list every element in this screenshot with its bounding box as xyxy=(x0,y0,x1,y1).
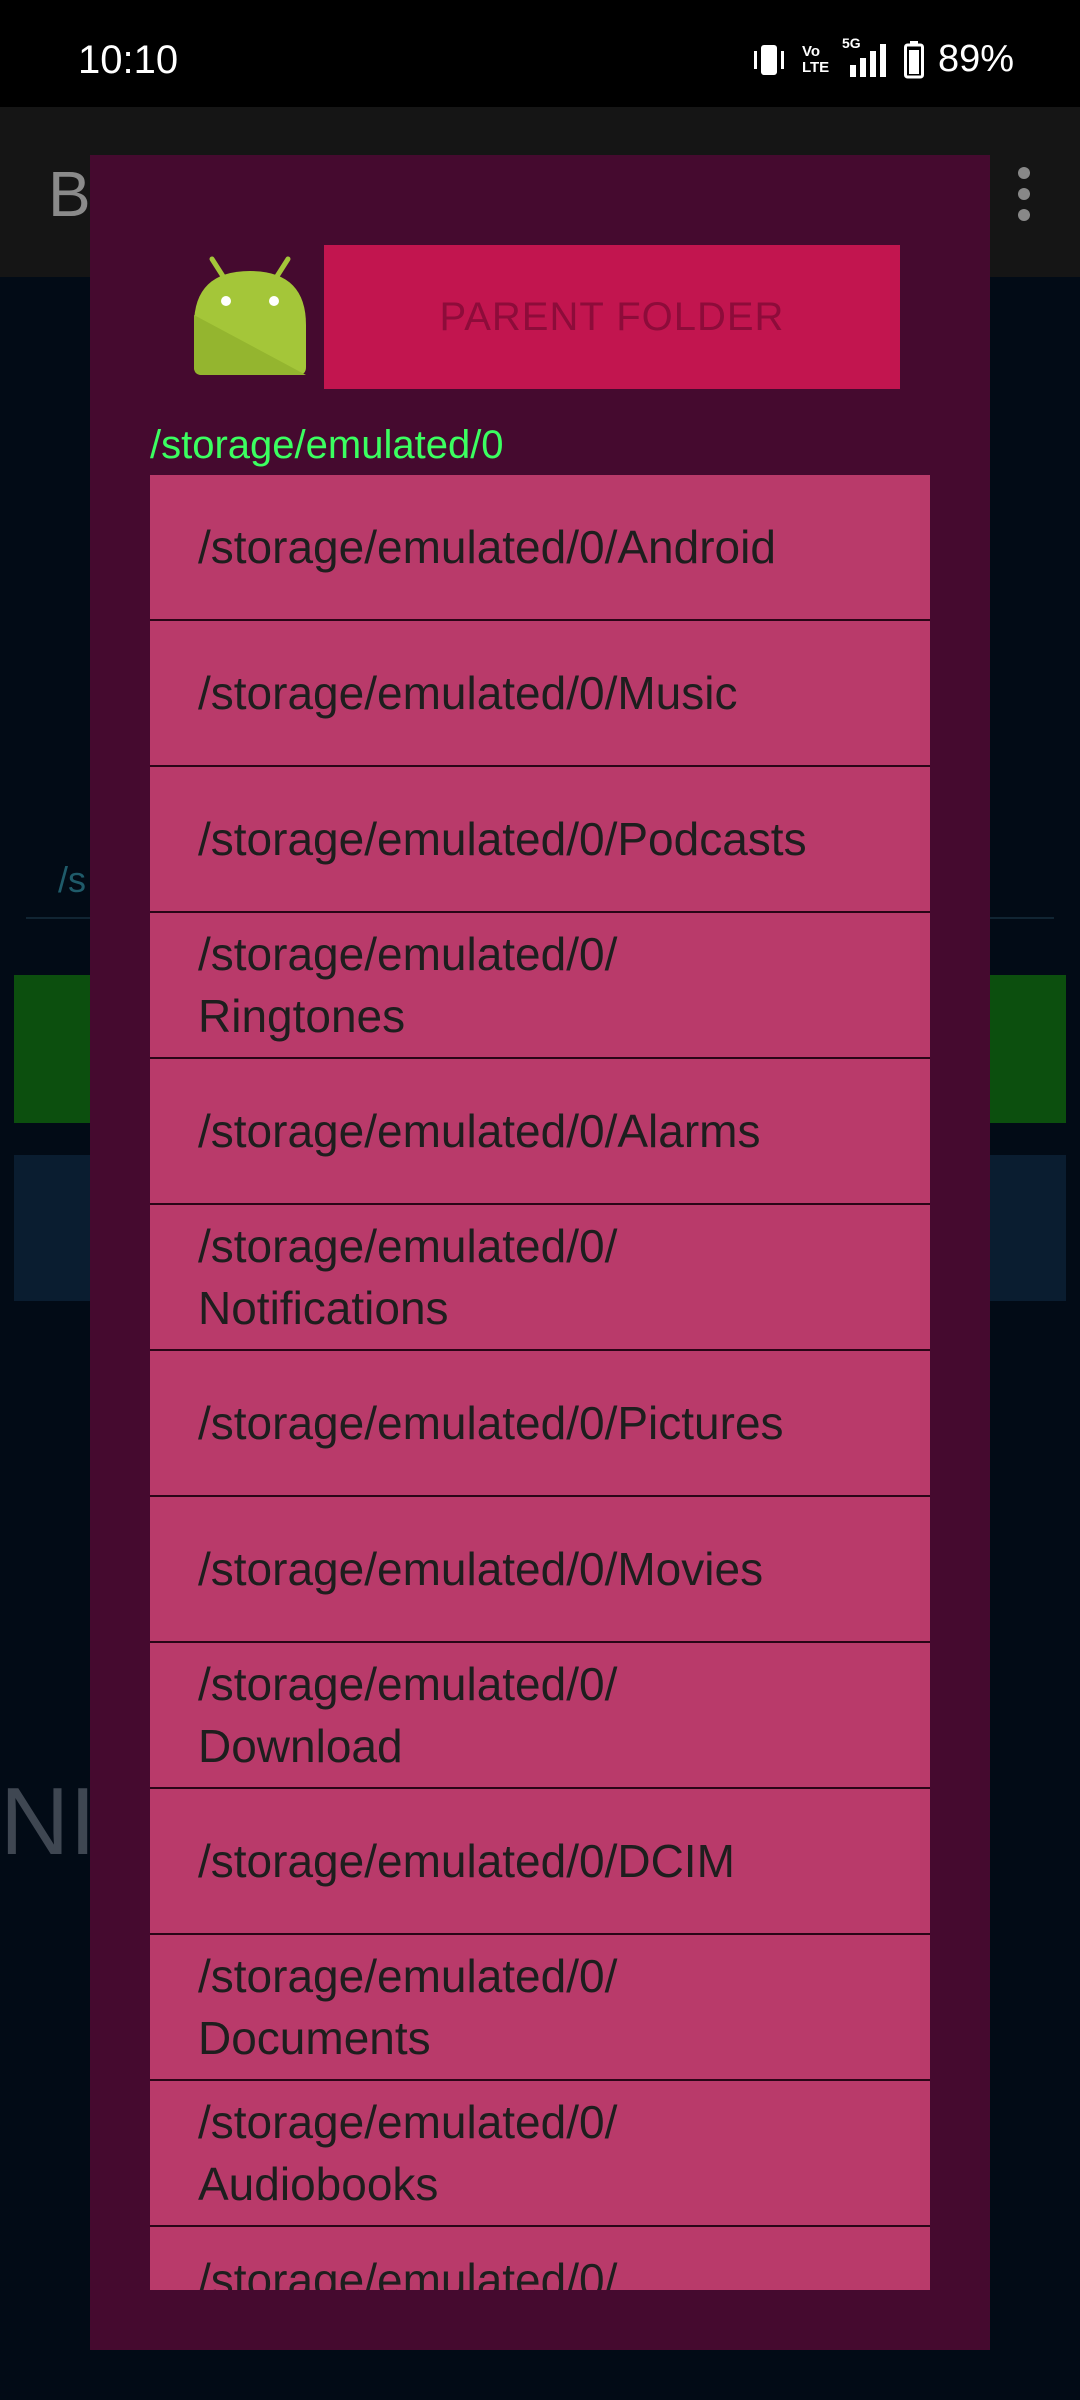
folder-item-label: /storage/emulated/0/ Download xyxy=(198,1658,618,1772)
app-title: B xyxy=(48,158,91,230)
folder-item-download[interactable]: /storage/emulated/0/ Download xyxy=(150,1643,930,1789)
folder-item-label: /storage/emulated/0/ Ringtones xyxy=(198,928,618,1042)
folder-item-label: /storage/emulated/0/ Notifications xyxy=(198,1220,618,1334)
network-5g-label: 5G xyxy=(841,34,861,51)
signal-5g-icon: 5G xyxy=(842,35,890,77)
folder-item-label: /storage/emulated/0/Android xyxy=(198,521,776,573)
parent-folder-button[interactable]: PARENT FOLDER xyxy=(324,245,900,389)
overflow-menu-icon[interactable] xyxy=(1018,167,1032,221)
vibrate-icon xyxy=(750,42,788,78)
folder-item-podcasts[interactable]: /storage/emulated/0/Podcasts xyxy=(150,767,930,913)
background-large-text: NI xyxy=(0,1768,96,1875)
folder-item-music[interactable]: /storage/emulated/0/Music xyxy=(150,621,930,767)
overflow-dot xyxy=(1018,188,1030,200)
battery-percentage: 89% xyxy=(937,38,1014,80)
current-path-label: /storage/emulated/0 xyxy=(150,423,504,467)
folder-item-label: /storage/emulated/0/ xyxy=(198,2254,618,2290)
folder-item-alarms[interactable]: /storage/emulated/0/Alarms xyxy=(150,1059,930,1205)
battery-icon xyxy=(903,40,924,79)
folder-item-label: /storage/emulated/0/Pictures xyxy=(198,1397,784,1449)
status-icons: Vo LTE 5G 89% xyxy=(750,35,1014,81)
folder-item-pictures[interactable]: /storage/emulated/0/Pictures xyxy=(150,1351,930,1497)
folder-item-label: /storage/emulated/0/Podcasts xyxy=(198,813,807,865)
folder-item-label: /storage/emulated/0/Alarms xyxy=(198,1105,761,1157)
folder-item-dcim[interactable]: /storage/emulated/0/DCIM xyxy=(150,1789,930,1935)
volte-icon: Vo LTE xyxy=(801,42,830,76)
folder-list[interactable]: /storage/emulated/0/Android /storage/emu… xyxy=(150,475,930,2290)
folder-item-audiobooks[interactable]: /storage/emulated/0/ Audiobooks xyxy=(150,2081,930,2227)
folder-item-movies[interactable]: /storage/emulated/0/Movies xyxy=(150,1497,930,1643)
folder-item-label: /storage/emulated/0/Movies xyxy=(198,1543,764,1595)
folder-item-label: /storage/emulated/0/ Documents xyxy=(198,1950,618,2064)
android-app-icon xyxy=(190,255,310,380)
overflow-dot xyxy=(1018,209,1030,221)
folder-item-label: /storage/emulated/0/Music xyxy=(198,667,738,719)
background-path-text: /s xyxy=(58,859,87,900)
folder-item-android[interactable]: /storage/emulated/0/Android xyxy=(150,475,930,621)
status-time: 10:10 xyxy=(78,38,179,82)
folder-item-partial[interactable]: /storage/emulated/0/ xyxy=(150,2227,930,2290)
overflow-dot xyxy=(1018,167,1030,179)
folder-item-documents[interactable]: /storage/emulated/0/ Documents xyxy=(150,1935,930,2081)
folder-item-label: /storage/emulated/0/DCIM xyxy=(198,1835,735,1887)
folder-chooser-dialog: PARENT FOLDER /storage/emulated/0 /stora… xyxy=(90,155,990,2350)
folder-item-ringtones[interactable]: /storage/emulated/0/ Ringtones xyxy=(150,913,930,1059)
volte-label: Vo LTE xyxy=(801,42,830,76)
status-bar: 10:10 Vo LTE 5G 89% xyxy=(0,0,1080,107)
folder-item-notifications[interactable]: /storage/emulated/0/ Notifications xyxy=(150,1205,930,1351)
folder-item-label: /storage/emulated/0/ Audiobooks xyxy=(198,2096,618,2210)
